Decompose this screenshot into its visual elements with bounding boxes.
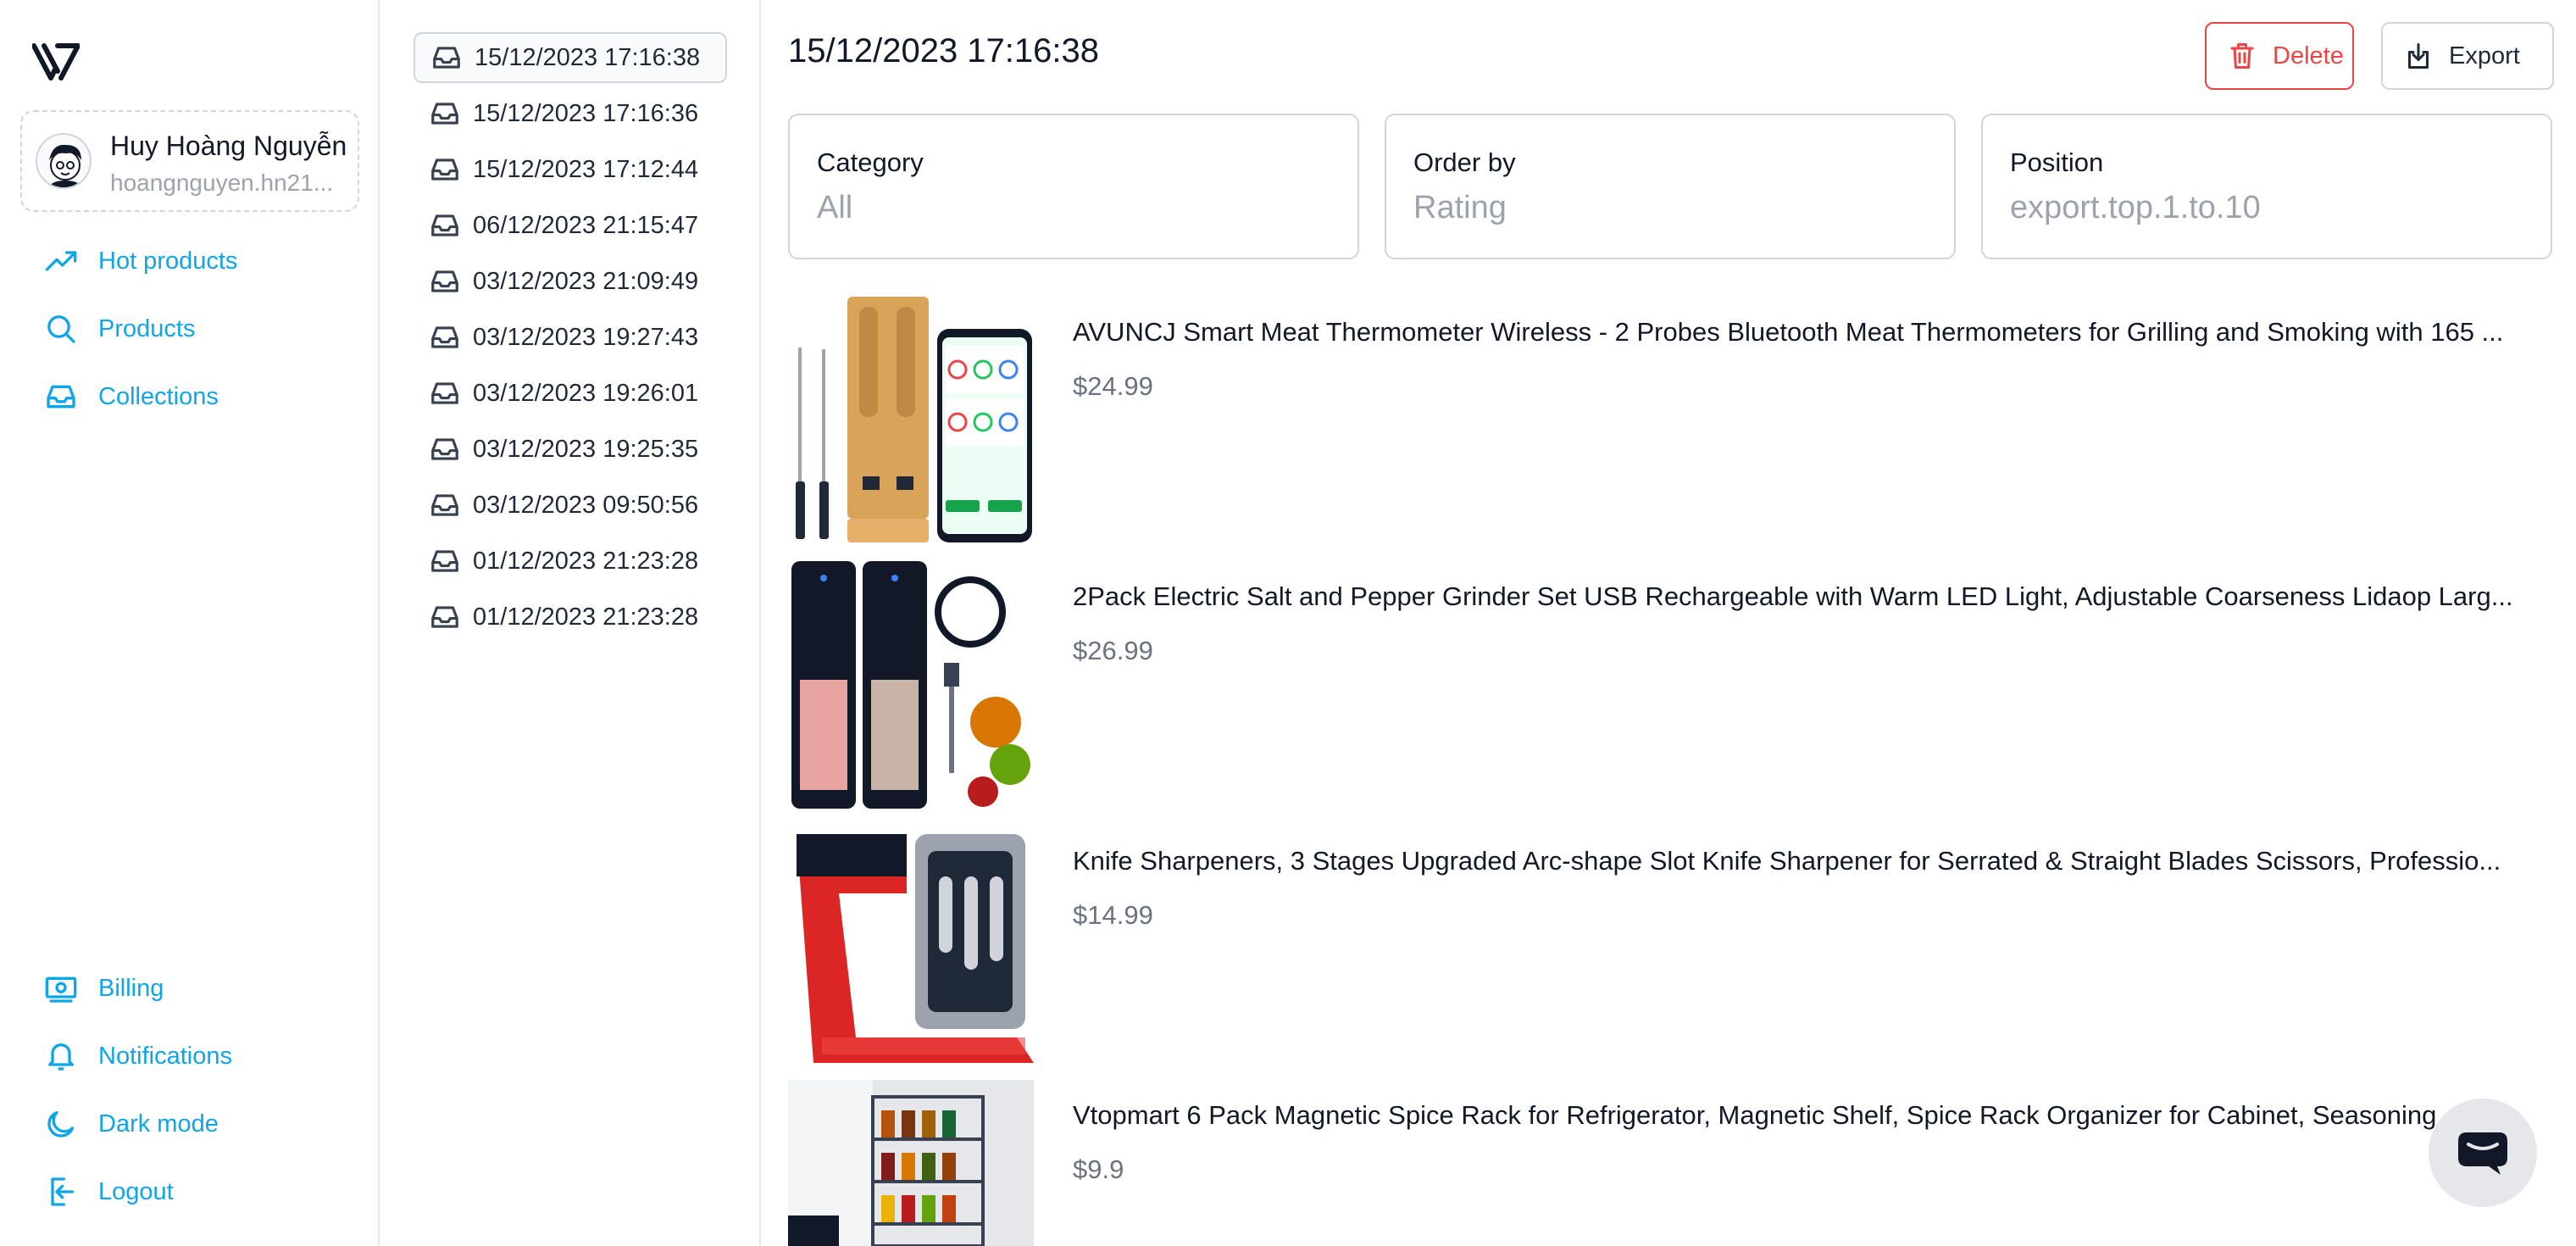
product-item[interactable]: Knife Sharpeners, 3 Stages Upgraded Arc-… xyxy=(788,826,2559,1073)
history-item-label: 03/12/2023 19:25:35 xyxy=(473,435,699,463)
filter-label: Category xyxy=(817,147,924,177)
delete-button-label: Delete xyxy=(2273,42,2344,70)
nav-item-logout[interactable]: Logout xyxy=(44,1171,174,1212)
product-price: $26.99 xyxy=(1073,636,1153,665)
page-title: 15/12/2023 17:16:38 xyxy=(788,32,1100,70)
chat-support-button[interactable] xyxy=(2429,1099,2537,1207)
inbox-icon xyxy=(431,494,458,516)
product-price: $24.99 xyxy=(1073,371,1153,401)
download-icon xyxy=(2408,43,2429,69)
category-filter[interactable]: Category All xyxy=(788,114,1359,259)
nav-item-hot-products[interactable]: Hot products xyxy=(44,241,237,281)
inbox-icon xyxy=(431,326,458,348)
history-item[interactable]: 03/12/2023 19:25:35 xyxy=(414,424,727,475)
search-icon xyxy=(47,315,75,343)
delete-button[interactable]: Delete xyxy=(2205,22,2354,90)
history-item-label: 03/12/2023 19:27:43 xyxy=(473,323,699,351)
filter-value: All xyxy=(817,190,853,225)
history-item[interactable]: 03/12/2023 19:26:01 xyxy=(414,368,727,419)
logout-icon xyxy=(51,1177,75,1206)
product-title[interactable]: Vtopmart 6 Pack Magnetic Spice Rack for … xyxy=(1073,1100,2530,1131)
inbox-icon xyxy=(433,47,460,69)
nav-item-dark-mode[interactable]: Dark mode xyxy=(44,1104,219,1144)
product-image xyxy=(788,1080,1034,1246)
history-item-label: 01/12/2023 21:23:28 xyxy=(473,547,699,575)
history-item-label: 15/12/2023 17:16:38 xyxy=(475,43,701,71)
filter-label: Position xyxy=(2010,147,2104,177)
nav-item-notifications[interactable]: Notifications xyxy=(44,1036,232,1076)
trash-icon xyxy=(2230,43,2254,69)
history-item[interactable]: 03/12/2023 09:50:56 xyxy=(414,480,727,531)
product-image xyxy=(788,561,1034,809)
product-price: $14.99 xyxy=(1073,900,1153,930)
export-button-label: Export xyxy=(2449,42,2520,70)
history-item[interactable]: 03/12/2023 19:27:43 xyxy=(414,312,727,363)
history-item[interactable]: 15/12/2023 17:12:44 xyxy=(414,144,727,195)
product-price: $9.9 xyxy=(1073,1154,1124,1184)
inbox-icon xyxy=(431,550,458,572)
inbox-icon xyxy=(431,214,458,236)
product-item[interactable]: AVUNCJ Smart Meat Thermometer Wireless -… xyxy=(788,297,2559,544)
order-by-filter[interactable]: Order by Rating xyxy=(1385,114,1956,259)
history-item[interactable]: 03/12/2023 21:09:49 xyxy=(414,256,727,307)
avatar xyxy=(36,133,92,189)
product-title[interactable]: 2Pack Electric Salt and Pepper Grinder S… xyxy=(1073,581,2530,612)
nav-item-label: Collections xyxy=(98,382,219,410)
product-image xyxy=(788,826,1034,1073)
history-item-label: 15/12/2023 17:16:36 xyxy=(473,99,699,127)
export-history-list: 15/12/2023 17:16:38 15/12/2023 17:16:36 15… xyxy=(381,0,761,1246)
history-item-label: 15/12/2023 17:12:44 xyxy=(473,155,699,183)
inbox-icon xyxy=(431,438,458,460)
nav-item-billing[interactable]: Billing xyxy=(44,968,164,1009)
nav-item-label: Notifications xyxy=(98,1042,232,1070)
product-title[interactable]: Knife Sharpeners, 3 Stages Upgraded Arc-… xyxy=(1073,846,2530,876)
export-button[interactable]: Export xyxy=(2381,22,2554,90)
sidebar: Huy Hoàng Nguyễn hoangnguyen.hn21... Hot… xyxy=(0,0,380,1246)
nav-item-label: Logout xyxy=(98,1177,174,1205)
history-item-label: 03/12/2023 09:50:56 xyxy=(473,491,699,519)
bell-icon xyxy=(48,1043,75,1071)
filter-value: Rating xyxy=(1413,190,1507,225)
nav-item-label: Dark mode xyxy=(98,1110,219,1138)
history-item-label: 03/12/2023 21:09:49 xyxy=(473,267,699,295)
product-title[interactable]: AVUNCJ Smart Meat Thermometer Wireless -… xyxy=(1073,317,2530,348)
nav-item-label: Hot products xyxy=(98,247,238,275)
user-name: Huy Hoàng Nguyễn xyxy=(110,131,347,161)
inbox-icon xyxy=(431,382,458,404)
history-item-label: 03/12/2023 19:26:01 xyxy=(473,379,699,407)
inbox-icon xyxy=(431,159,458,181)
position-filter[interactable]: Position export.top.1.to.10 xyxy=(1981,114,2552,259)
nav-item-products[interactable]: Products xyxy=(44,309,195,349)
nav-item-collections[interactable]: Collections xyxy=(44,376,219,417)
moon-icon xyxy=(47,1111,75,1138)
filter-label: Order by xyxy=(1413,147,1516,177)
history-item[interactable]: 01/12/2023 21:23:28 xyxy=(414,536,727,587)
banknote-icon xyxy=(45,976,77,1003)
inbox-icon xyxy=(431,606,458,628)
product-item[interactable]: Vtopmart 6 Pack Magnetic Spice Rack for … xyxy=(788,1080,2559,1246)
trending-up-icon xyxy=(45,251,77,271)
history-item[interactable]: 06/12/2023 21:15:47 xyxy=(414,200,727,251)
app-logo[interactable] xyxy=(32,42,80,81)
user-profile-card[interactable]: Huy Hoàng Nguyễn hoangnguyen.hn21... xyxy=(20,110,359,212)
main-content: 15/12/2023 17:16:38 Delete Export Catego… xyxy=(763,0,2576,1246)
nav-item-label: Billing xyxy=(98,974,164,1002)
history-item-label: 01/12/2023 21:23:28 xyxy=(473,603,699,631)
history-item[interactable]: 15/12/2023 17:16:38 xyxy=(414,32,727,83)
history-item-label: 06/12/2023 21:15:47 xyxy=(473,211,699,239)
inbox-icon xyxy=(47,385,75,409)
history-item[interactable]: 01/12/2023 21:23:28 xyxy=(414,592,727,642)
chat-icon xyxy=(2458,1132,2507,1175)
product-image xyxy=(788,297,1034,544)
user-email: hoangnguyen.hn21... xyxy=(110,170,334,196)
filter-value: export.top.1.to.10 xyxy=(2010,190,2261,225)
history-item[interactable]: 15/12/2023 17:16:36 xyxy=(414,88,727,139)
nav-item-label: Products xyxy=(98,314,196,342)
inbox-icon xyxy=(431,103,458,125)
inbox-icon xyxy=(431,270,458,292)
product-item[interactable]: 2Pack Electric Salt and Pepper Grinder S… xyxy=(788,561,2559,809)
